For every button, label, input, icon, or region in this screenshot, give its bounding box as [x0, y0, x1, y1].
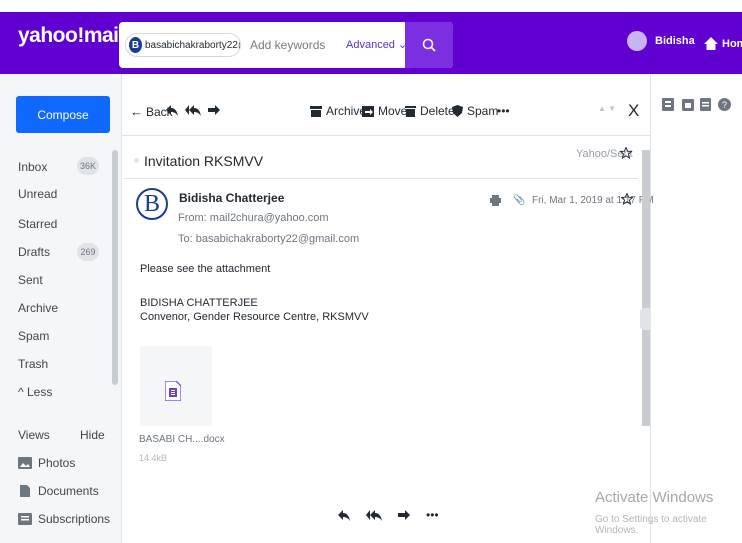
body-line-3: Convenor, Gender Resource Centre, RKSMVV: [140, 311, 369, 323]
bottom-forward-icon[interactable]: [398, 509, 410, 521]
bottom-reply-all-icon[interactable]: [366, 509, 382, 521]
drafts-count-badge: 269: [77, 243, 99, 261]
delete-button[interactable]: Delete: [405, 104, 455, 118]
sidebar-item-drafts[interactable]: Drafts: [18, 245, 50, 259]
compose-button[interactable]: Compose: [16, 96, 110, 133]
body-line-1: Please see the attachment: [140, 263, 271, 275]
documents-icon: [20, 485, 30, 497]
archive-label: Archive: [326, 104, 367, 118]
activate-windows-title: Activate Windows: [595, 489, 714, 506]
sender-name[interactable]: Bidisha Chatterjee: [179, 191, 284, 205]
advanced-search-button[interactable]: Advanced ⌄: [346, 38, 407, 51]
top-strip: [0, 0, 742, 12]
body-line-2: BIDISHA CHATTERJEE: [140, 297, 258, 309]
sidebar-item-spam[interactable]: Spam: [18, 329, 49, 343]
prev-next-arrows[interactable]: ▲ ▼: [598, 104, 616, 113]
sidebar-scrollbar[interactable]: [112, 150, 118, 385]
chip-avatar: B: [129, 37, 142, 53]
bottom-reply-icon[interactable]: [338, 509, 350, 521]
user-avatar: [627, 31, 647, 51]
search-icon: [422, 38, 436, 52]
move-button[interactable]: Move: [362, 104, 407, 118]
right-rail: [650, 74, 742, 543]
archive-button[interactable]: Archive: [310, 104, 366, 118]
spam-label: Spam: [467, 104, 499, 118]
attachment-clip-icon: 📎: [513, 195, 526, 206]
sidebar-item-inbox[interactable]: Inbox: [18, 160, 47, 174]
reply-all-icon[interactable]: [185, 105, 201, 116]
message-date: Fri, Mar 1, 2019 at 1:17 PM: [532, 195, 654, 206]
archive-icon: [310, 105, 322, 117]
home-icon[interactable]: [703, 36, 719, 51]
sidebar-less-toggle[interactable]: ^ Less: [18, 385, 52, 399]
message-star-icon[interactable]: [621, 193, 633, 205]
reply-icon[interactable]: [166, 105, 178, 116]
print-icon[interactable]: [490, 195, 501, 206]
home-link[interactable]: Home: [722, 38, 742, 50]
subscriptions-icon: [18, 513, 32, 525]
move-icon: [362, 105, 374, 117]
yahoo-mail-logo[interactable]: yahoo!mail: [18, 24, 124, 48]
search-chip[interactable]: B basabichakraborty22@g...: [125, 33, 241, 57]
attachment-name[interactable]: BASABI CH....docx: [139, 434, 225, 445]
views-hide-toggle[interactable]: Hide: [80, 428, 105, 442]
from-address: From: mail2chura@yahoo.com: [178, 212, 329, 224]
svg-text:?: ?: [722, 100, 727, 110]
sender-avatar: B: [136, 188, 168, 220]
word-document-icon: [165, 381, 181, 401]
message-scrollbar[interactable]: [642, 150, 650, 426]
activate-windows-subtitle: Go to Settings to activate Windows.: [595, 514, 707, 536]
search-chip-label: basabichakraborty22@g...: [145, 39, 240, 51]
calendar-icon[interactable]: [682, 98, 694, 111]
user-name: Bidisha: [655, 35, 695, 47]
trash-icon: [405, 106, 416, 117]
spam-shield-icon: [452, 105, 463, 117]
sidebar-item-trash[interactable]: Trash: [18, 357, 48, 371]
contacts-icon[interactable]: [662, 98, 674, 111]
sidebar-item-sent[interactable]: Sent: [18, 273, 43, 287]
sidebar-item-documents[interactable]: Documents: [38, 484, 99, 498]
more-actions-button[interactable]: •••: [497, 104, 510, 118]
bottom-more-button[interactable]: •••: [426, 508, 439, 522]
notepad-icon[interactable]: [700, 98, 711, 111]
help-icon[interactable]: ?: [718, 98, 731, 111]
sidebar-item-archive[interactable]: Archive: [18, 301, 58, 315]
delete-label: Delete: [420, 104, 455, 118]
message-subject: Invitation RKSMVV: [144, 153, 264, 169]
user-menu[interactable]: Bidisha: [627, 31, 695, 51]
search-button[interactable]: [405, 22, 453, 68]
attachment-size: 14.4kB: [139, 453, 168, 463]
sidebar-item-subscriptions[interactable]: Subscriptions: [38, 512, 110, 526]
star-icon[interactable]: [620, 147, 632, 159]
back-arrow-icon: ←: [130, 104, 143, 119]
search-input[interactable]: Add keywords: [250, 38, 325, 52]
forward-icon[interactable]: [208, 105, 220, 116]
photos-icon: [18, 457, 32, 469]
close-message-button[interactable]: X: [628, 101, 639, 121]
collapse-panel-tab[interactable]: [640, 308, 650, 330]
spam-button[interactable]: Spam: [452, 104, 498, 118]
sidebar-item-photos[interactable]: Photos: [38, 456, 75, 470]
sidebar-item-unread[interactable]: Unread: [18, 187, 57, 201]
bottom-action-bar: •••: [338, 508, 439, 522]
to-address: To: basabichakraborty22@gmail.com: [178, 233, 360, 245]
views-heading: Views: [18, 428, 50, 442]
sidebar-item-starred[interactable]: Starred: [18, 217, 57, 231]
inbox-count-badge: 36K: [77, 157, 99, 175]
thread-dot: [134, 158, 139, 163]
move-label: Move: [378, 104, 408, 118]
